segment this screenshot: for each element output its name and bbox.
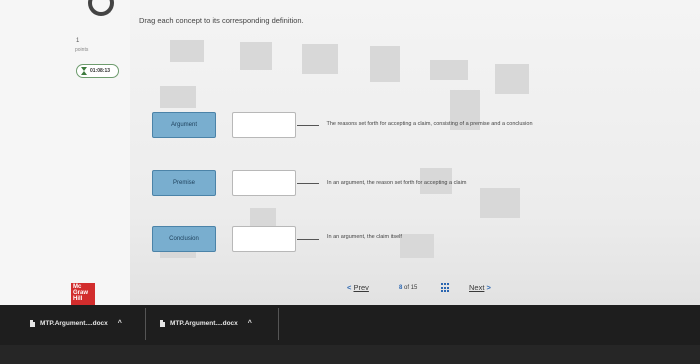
chevron-left-icon: <: [347, 283, 352, 292]
download-filename: MTP.Argument....docx: [40, 320, 108, 327]
grid-icon[interactable]: [441, 283, 451, 293]
definition-3: In an argument, the claim itself: [327, 234, 402, 240]
total-pages: 15: [410, 285, 418, 291]
definition-2: In an argument, the reason set forth for…: [327, 180, 467, 186]
quiz-screen: 1 points 01:08:13 Drag each concept to i…: [0, 0, 700, 305]
points-label: points: [75, 47, 89, 53]
download-filename: MTP.Argument....docx: [170, 320, 238, 327]
chevron-up-icon[interactable]: ^: [118, 320, 122, 327]
points-value: 1: [76, 38, 80, 44]
question-sidebar: 1 points 01:08:13: [0, 0, 130, 305]
timer-badge: 01:08:13: [76, 64, 119, 78]
drop-target-2[interactable]: [232, 170, 296, 196]
file-icon: [30, 320, 35, 327]
of-label: of: [404, 285, 410, 291]
mcgraw-hill-logo: Mc Graw Hill: [71, 283, 95, 305]
file-icon: [160, 320, 165, 327]
term-argument[interactable]: Argument: [152, 112, 216, 138]
next-button[interactable]: Next >: [469, 283, 491, 292]
hourglass-icon: [81, 67, 87, 75]
drop-target-1[interactable]: [232, 112, 296, 138]
next-label: Next: [469, 283, 485, 292]
timer-text: 01:08:13: [90, 68, 111, 74]
chevron-up-icon[interactable]: ^: [248, 320, 252, 327]
current-page: 8: [399, 285, 403, 291]
term-conclusion[interactable]: Conclusion: [152, 226, 216, 252]
connector-line: [297, 183, 319, 184]
term-premise[interactable]: Premise: [152, 170, 216, 196]
page-indicator: 8 of 15: [399, 285, 417, 291]
download-item-2[interactable]: MTP.Argument....docx ^: [160, 320, 252, 327]
question-number-icon: [88, 0, 114, 16]
divider: [145, 308, 146, 340]
connector-line: [297, 239, 319, 240]
question-instructions: Drag each concept to its corresponding d…: [139, 16, 304, 25]
drop-target-3[interactable]: [232, 226, 296, 252]
screen-bezel: [0, 345, 700, 364]
prev-button[interactable]: < Prev: [347, 283, 369, 292]
chevron-right-icon: >: [486, 283, 491, 292]
definition-1: The reasons set forth for accepting a cl…: [326, 121, 533, 127]
download-item-1[interactable]: MTP.Argument....docx ^: [30, 320, 122, 327]
prev-label: Prev: [353, 283, 369, 292]
connector-line: [297, 125, 319, 126]
divider: [278, 308, 279, 340]
